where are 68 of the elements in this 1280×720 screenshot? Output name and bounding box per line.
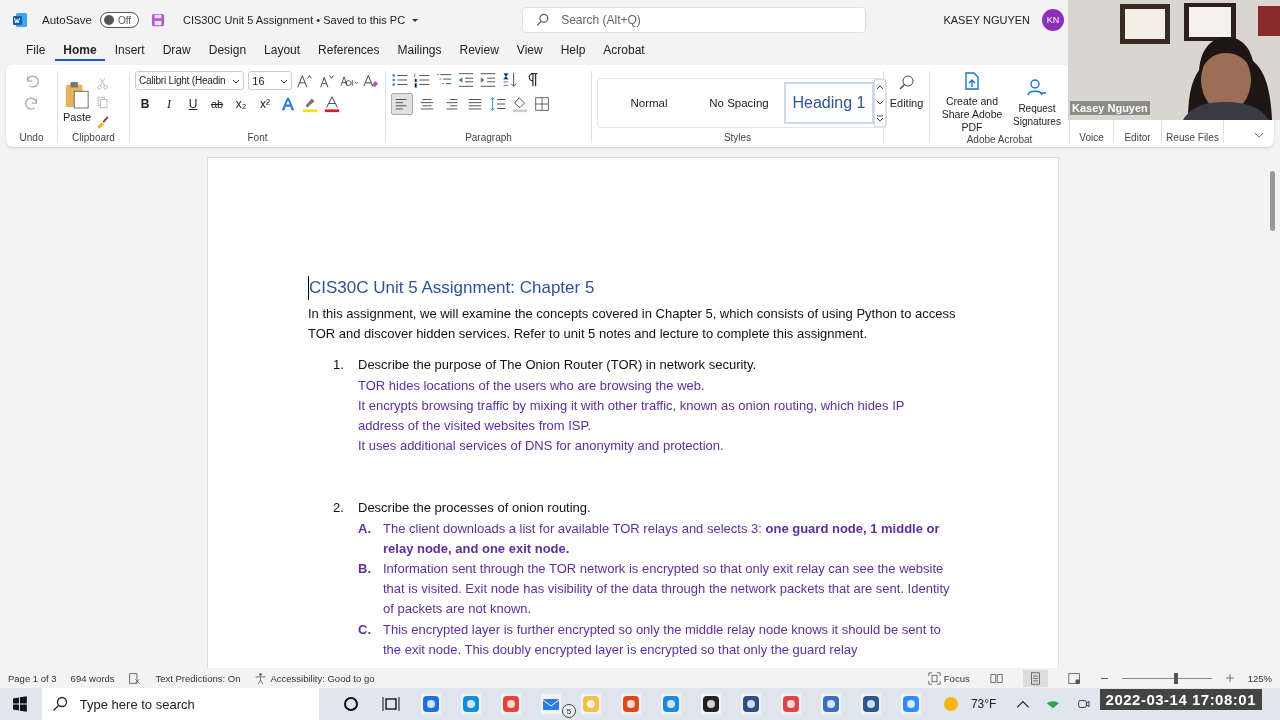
group-label: Styles: [722, 132, 753, 143]
list-number: 1.: [333, 356, 345, 375]
format-button[interactable]: x²: [255, 94, 275, 114]
format-button[interactable]: ab: [207, 94, 227, 114]
answer-text: TOR hides locations of the users who are browsing the web.: [358, 376, 706, 395]
notification-badge: 5: [561, 704, 576, 718]
group-label: Reuse Files: [1165, 132, 1220, 143]
answer-text: It uses additional services of DNS for anonymity and protection.: [358, 437, 725, 456]
ribbon-tab[interactable]: Review: [451, 40, 507, 61]
participant-name: Kasey Nguyen: [1070, 101, 1150, 115]
ribbon-tab[interactable]: View: [508, 40, 551, 61]
font-name-dropdown[interactable]: Calibri Light (Headin: [135, 71, 245, 90]
weather-temperature[interactable]: 73°F: [970, 697, 997, 711]
ribbon-tab[interactable]: Mailings: [389, 40, 450, 61]
group-label: Editor: [1123, 132, 1152, 143]
word-count[interactable]: 694 words: [70, 672, 115, 684]
style-option[interactable]: Heading 1: [784, 81, 874, 124]
timestamp-overlay: 2022-03-14 17:08:01: [1099, 689, 1262, 710]
format-button[interactable]: I: [159, 94, 179, 114]
document-heading: CIS30C Unit 5 Assignment: Chapter 5: [308, 276, 595, 300]
step-text: This encrypted layer is further encrypted so only the middle relay node knows it should be sent to the exit node. This doubly encrypted layer is encrypted so that only the guard relay: [383, 620, 942, 659]
user-name: KASEY NGUYEN: [943, 14, 1030, 26]
zoom-level[interactable]: 125%: [1247, 672, 1272, 684]
acrobat-button[interactable]: Create and Share Adobe PDF: [933, 71, 1011, 134]
user-avatar[interactable]: KN: [1042, 9, 1064, 31]
group-label: Undo: [18, 132, 45, 143]
ribbon-tab[interactable]: References: [310, 40, 388, 61]
format-button[interactable]: U: [183, 94, 203, 114]
step-letter: A.: [358, 519, 372, 538]
ribbon-tab[interactable]: Acrobat: [595, 40, 653, 61]
step-letter: B.: [358, 560, 372, 579]
format-button[interactable]: x₂: [231, 94, 251, 114]
page-count[interactable]: Page 1 of 3: [8, 672, 57, 684]
accessibility-status[interactable]: Accessibility: Good to go: [254, 671, 375, 685]
group-label: Voice: [1078, 132, 1105, 143]
step-text: The client downloads a list for available TOR relays and selects 3: one guard node, 1 middle or relay node, and one exit node.: [383, 519, 941, 558]
step-letter: C.: [358, 620, 372, 639]
taskbar-search-field[interactable]: Type here to search: [41, 688, 319, 720]
list-number: 2.: [333, 499, 345, 518]
answer-text: It encrypts browsing traffic by mixing it with other traffic, known as onion routing, which hides IP address of the visited websites from ISP.: [358, 396, 906, 435]
group-label: Paragraph: [464, 132, 513, 143]
intro-paragraph: In this assignment, we will examine the concepts covered in Chapter 5, which consists of using Python to access TOR and discover hidden services. Refer to unit 5 notes and lecture to complete this assignment.: [308, 305, 957, 344]
group-label: Font: [246, 132, 269, 143]
ribbon-tab[interactable]: Help: [552, 40, 594, 61]
ribbon-tab[interactable]: Insert: [106, 40, 153, 61]
autosave-toggle[interactable]: Off: [99, 12, 140, 28]
group-label: Clipboard: [71, 132, 116, 143]
font-size-dropdown[interactable]: 16: [248, 71, 292, 90]
focus-button[interactable]: Focus: [927, 671, 970, 685]
text-predictions-status[interactable]: Text Predictions: On: [155, 672, 241, 684]
ribbon-tab[interactable]: File: [18, 40, 54, 61]
format-button[interactable]: B: [135, 94, 155, 114]
style-option[interactable]: Normal: [604, 81, 694, 124]
question-text: Describe the purpose of The Onion Router (TOR) in network security.: [358, 356, 757, 375]
search-field[interactable]: Search (Alt+Q): [522, 7, 867, 33]
question-text: Describe the processes of onion routing.: [358, 499, 591, 518]
autosave-label: AutoSave: [42, 14, 92, 26]
document-title[interactable]: CIS30C Unit 5 Assignment • Saved to this PC: [183, 14, 420, 26]
paste-button[interactable]: Paste: [63, 80, 92, 123]
step-text: Information sent through the TOR network is encrypted so that only exit relay can see the website that is visited. Exit node has visibility of the data through the network packets that are sent. Identity of packets are not known.: [383, 560, 951, 619]
ribbon-tab[interactable]: Layout: [256, 40, 309, 61]
editing-button[interactable]: Editing: [889, 73, 924, 110]
acrobat-button[interactable]: Request Signatures: [1011, 77, 1063, 128]
ribbon-tab[interactable]: Home: [55, 40, 105, 61]
group-label: Adobe Acrobat: [965, 134, 1034, 145]
ribbon-tab[interactable]: Design: [200, 40, 255, 61]
style-option[interactable]: No Spacing: [694, 81, 784, 124]
ribbon-tab[interactable]: Draw: [154, 40, 199, 61]
